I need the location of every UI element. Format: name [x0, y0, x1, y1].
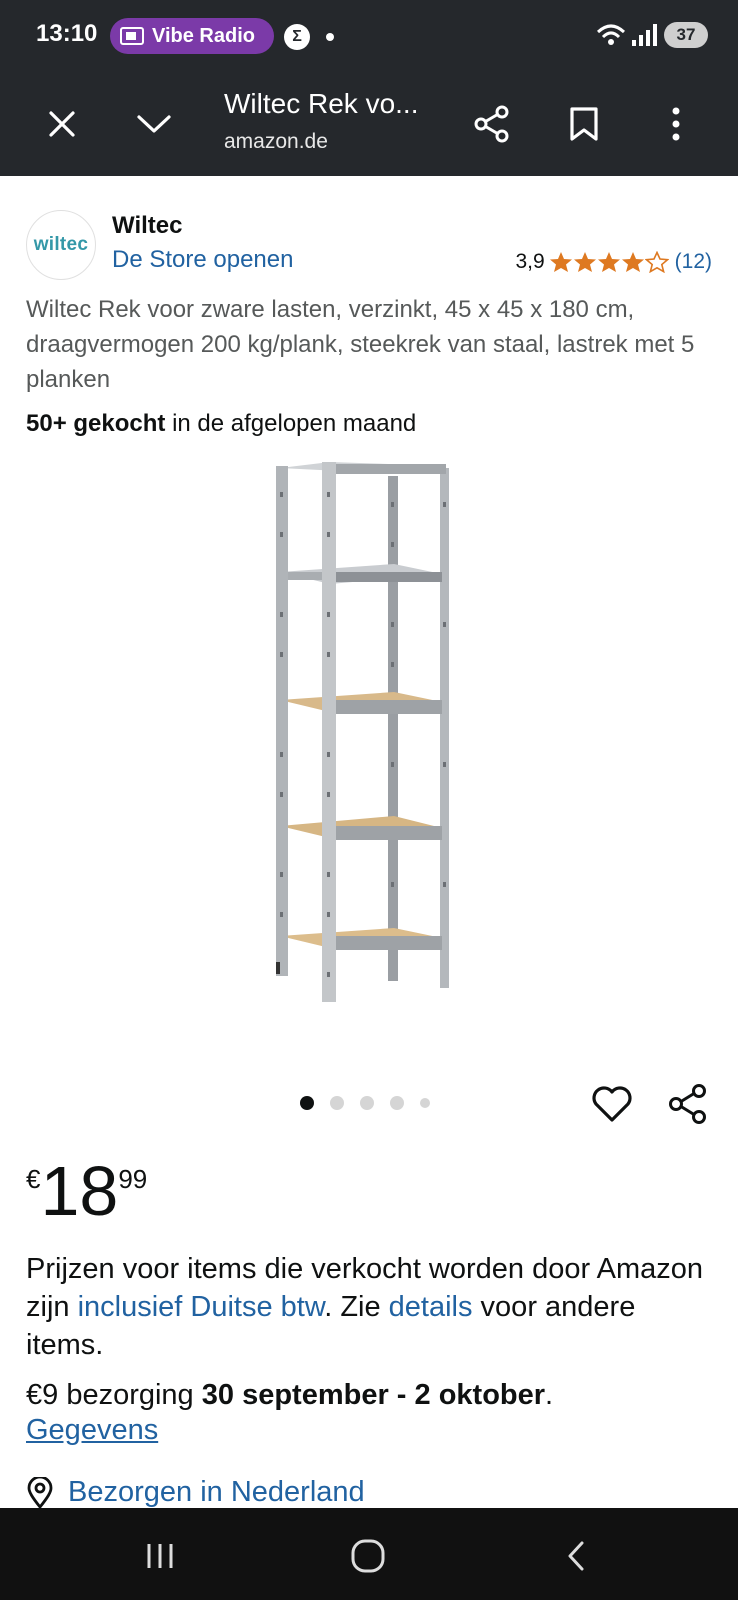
recent-apps-icon	[147, 1544, 173, 1568]
close-icon	[49, 111, 75, 137]
notification-pill: Vibe Radio	[110, 18, 274, 54]
rating-summary[interactable]: 3,9 (12)	[515, 250, 712, 274]
minimize-button[interactable]	[130, 100, 178, 148]
image-carousel-dots[interactable]	[300, 1096, 430, 1110]
more-vertical-icon	[672, 107, 680, 141]
back-button[interactable]	[552, 1532, 600, 1580]
bought-count-rest: in de afgelopen maand	[165, 410, 417, 437]
delivery-details-link[interactable]: Gegevens	[26, 1414, 158, 1447]
close-button[interactable]	[38, 100, 86, 148]
location-text: Bezorgen in Nederland	[68, 1476, 365, 1508]
star-full-icon	[621, 252, 644, 272]
share-icon	[474, 105, 509, 143]
wifi-icon	[596, 24, 626, 45]
price-whole: 18	[40, 1152, 119, 1230]
star-empty-icon	[644, 251, 669, 273]
seller-logo[interactable]: wiltec	[26, 210, 96, 280]
carousel-dot-5[interactable]	[420, 1098, 430, 1108]
notification-app-name: Vibe Radio	[152, 24, 255, 47]
share-button[interactable]	[468, 100, 516, 148]
battery-indicator: 37	[664, 22, 708, 48]
rating-count: (12)	[674, 250, 712, 273]
seller-section: wiltec Wiltec De Store openen 3,9 (12)	[26, 206, 712, 282]
seller-name: Wiltec	[112, 212, 183, 239]
rating-value: 3,9	[515, 250, 545, 273]
status-time: 13:10	[36, 20, 98, 47]
star-full-icon	[549, 252, 572, 272]
rating-stars	[549, 251, 669, 273]
carousel-dot-4[interactable]	[390, 1096, 404, 1110]
star-full-icon	[573, 252, 596, 272]
deliver-to-location[interactable]: Bezorgen in Nederland	[26, 1476, 365, 1509]
signal-icon	[632, 24, 657, 46]
page-domain: amazon.de	[224, 130, 328, 153]
price-fraction: 99	[118, 1164, 148, 1194]
product-image[interactable]	[270, 462, 470, 1022]
open-store-link[interactable]: De Store openen	[112, 246, 293, 274]
carousel-dot-3[interactable]	[360, 1096, 374, 1110]
recent-apps-button[interactable]	[136, 1532, 184, 1580]
tax-details-link[interactable]: details	[389, 1291, 473, 1323]
delivery-cost: €9 bezorging	[26, 1379, 202, 1411]
home-button[interactable]	[344, 1532, 392, 1580]
bought-count: 50+ gekocht in de afgelopen maand	[26, 410, 416, 438]
browser-toolbar: Wiltec Rek vo... amazon.de	[0, 72, 738, 176]
home-icon	[351, 1539, 385, 1573]
bookmark-icon	[570, 107, 598, 141]
bookmark-button[interactable]	[560, 100, 608, 148]
radio-app-icon	[120, 27, 144, 45]
star-full-icon	[597, 252, 620, 272]
delivery-date: 30 september - 2 oktober	[201, 1379, 546, 1411]
back-icon	[568, 1541, 584, 1571]
more-options-button[interactable]	[652, 100, 700, 148]
price-currency: €	[26, 1164, 41, 1194]
carousel-dot-1[interactable]	[300, 1096, 314, 1110]
delivery-info: €9 bezorging 30 september - 2 oktober.	[26, 1376, 553, 1414]
location-pin-icon	[27, 1476, 53, 1509]
wishlist-heart-icon[interactable]	[590, 1082, 634, 1126]
delivery-suffix: .	[545, 1379, 554, 1411]
tax-note: Prijzen voor items die verkocht worden d…	[26, 1250, 716, 1364]
tax-note-text: . Zie	[324, 1291, 389, 1323]
page-title: Wiltec Rek vo...	[224, 88, 419, 119]
product-title: Wiltec Rek voor zware lasten, verzinkt, …	[26, 296, 695, 393]
bought-count-bold: 50+ gekocht	[26, 410, 166, 437]
chevron-down-icon	[137, 115, 171, 133]
share-product-icon[interactable]	[666, 1082, 710, 1126]
german-vat-link[interactable]: inclusief Duitse btw	[78, 1291, 325, 1323]
notification-badge-icon: Σ	[284, 24, 310, 50]
system-navigation-bar	[0, 1508, 738, 1600]
carousel-dot-2[interactable]	[330, 1096, 344, 1110]
status-bar: 13:10 Vibe Radio Σ 37	[0, 0, 738, 72]
product-price: € 18 99	[26, 1156, 147, 1226]
more-notifications-dot	[326, 33, 334, 41]
